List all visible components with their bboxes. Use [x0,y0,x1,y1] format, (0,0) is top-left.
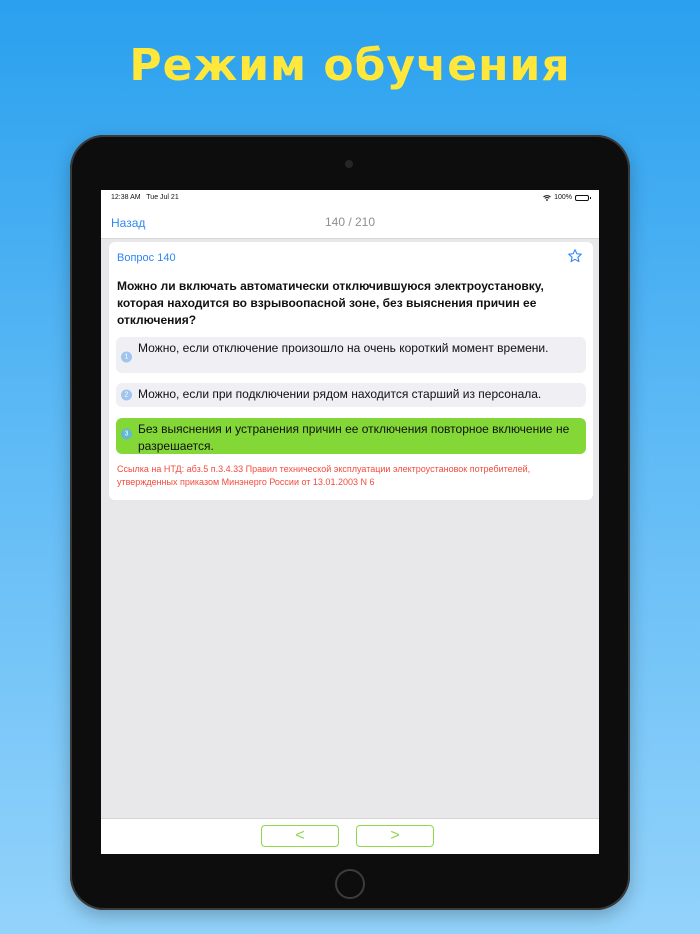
camera [345,160,353,168]
answer-text: Можно, если отключение произошло на очен… [138,341,549,355]
regulation-reference: Ссылка на НТД: абз.5 п.3.4.33 Правил тех… [117,464,531,487]
previous-question-button[interactable]: < [261,825,339,847]
answer-option-2[interactable]: 2 Можно, если при подключении рядом нахо… [116,383,586,407]
answer-option-3-correct[interactable]: 3 Без выяснения и устранения причин ее о… [116,418,586,454]
answer-option-1[interactable]: 1 Можно, если отключение произошло на оч… [116,337,586,373]
status-indicators: 100% [543,194,591,201]
answer-text: Можно, если при подключении рядом находи… [138,387,542,401]
answer-number-badge: 2 [121,389,132,401]
status-time: 12:38 AM Tue Jul 21 [111,194,179,201]
question-progress: 140 / 210 [324,215,376,229]
next-question-button[interactable]: > [356,825,434,847]
status-bar: 12:38 AM Tue Jul 21 100% [101,190,599,206]
battery-icon [575,194,591,201]
wifi-icon [543,194,551,201]
bottom-navigation: < > [101,818,599,854]
star-outline-icon[interactable] [567,248,583,264]
promo-title: Режим обучения [129,40,571,91]
tablet-frame: 12:38 AM Tue Jul 21 100% Назад 140 / 210… [70,135,630,910]
question-number: Вопрос 140 [117,252,176,264]
answer-number-badge: 3 [121,428,132,440]
answer-number-badge: 1 [121,351,132,363]
navigation-bar: Назад 140 / 210 [101,206,599,239]
app-screen: 12:38 AM Tue Jul 21 100% Назад 140 / 210… [101,190,599,854]
question-text: Можно ли включать автоматически отключив… [117,279,544,327]
question-card: Вопрос 140 Можно ли включать автоматичес… [109,242,593,500]
home-button[interactable] [335,869,365,899]
answer-text: Без выяснения и устранения причин ее отк… [138,422,570,453]
battery-percent: 100% [554,194,572,201]
